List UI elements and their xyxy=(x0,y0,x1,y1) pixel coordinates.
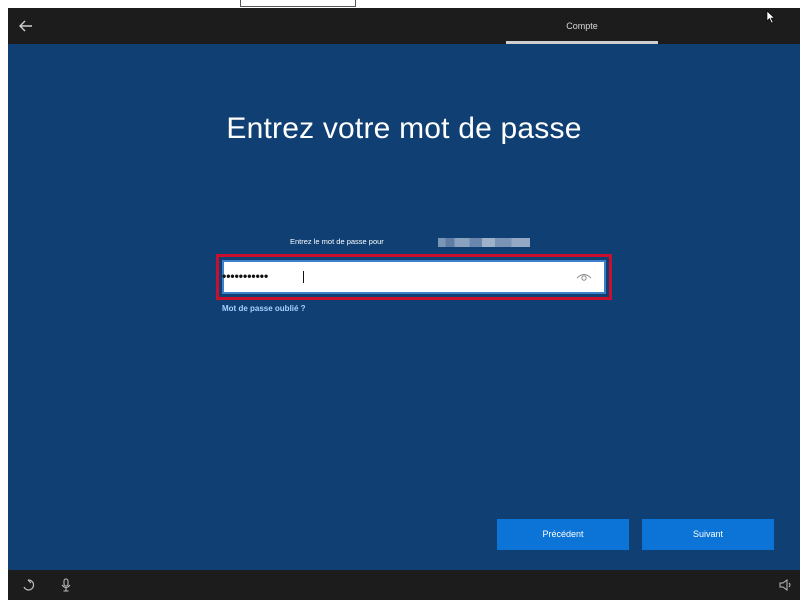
password-prompt: Entrez le mot de passe pour xyxy=(290,237,384,246)
page-title: Entrez votre mot de passe xyxy=(226,112,582,145)
next-button[interactable]: Suivant xyxy=(642,519,774,550)
text-caret xyxy=(303,271,304,283)
speaker-icon xyxy=(779,579,791,591)
step-label: Compte xyxy=(566,21,598,31)
reveal-password-button[interactable] xyxy=(576,270,592,282)
back-button[interactable] xyxy=(14,14,38,38)
ease-of-access-button[interactable] xyxy=(20,577,36,593)
bottom-bar xyxy=(8,570,800,600)
microphone-icon xyxy=(61,578,71,592)
password-value: ••••••••••• xyxy=(222,269,269,283)
screenshot: Compte Entrez votre mot de passe Entrez … xyxy=(0,0,800,600)
forgot-password-link[interactable]: Mot de passe oublié ? xyxy=(222,304,306,313)
setup-window: Compte Entrez votre mot de passe Entrez … xyxy=(8,8,800,600)
redacted-username xyxy=(438,238,530,247)
arrow-left-icon xyxy=(19,20,32,32)
top-bar: Compte xyxy=(8,8,800,44)
microphone-button[interactable] xyxy=(58,577,74,593)
eye-icon xyxy=(576,274,592,281)
previous-button[interactable]: Précédent xyxy=(497,519,629,550)
password-input[interactable] xyxy=(222,260,606,294)
volume-button[interactable] xyxy=(778,577,794,593)
mouse-pointer-icon xyxy=(766,10,776,24)
top-strip-box xyxy=(240,0,356,7)
top-strip xyxy=(0,0,800,8)
step-indicator xyxy=(506,41,658,44)
ease-of-access-icon xyxy=(23,579,35,591)
